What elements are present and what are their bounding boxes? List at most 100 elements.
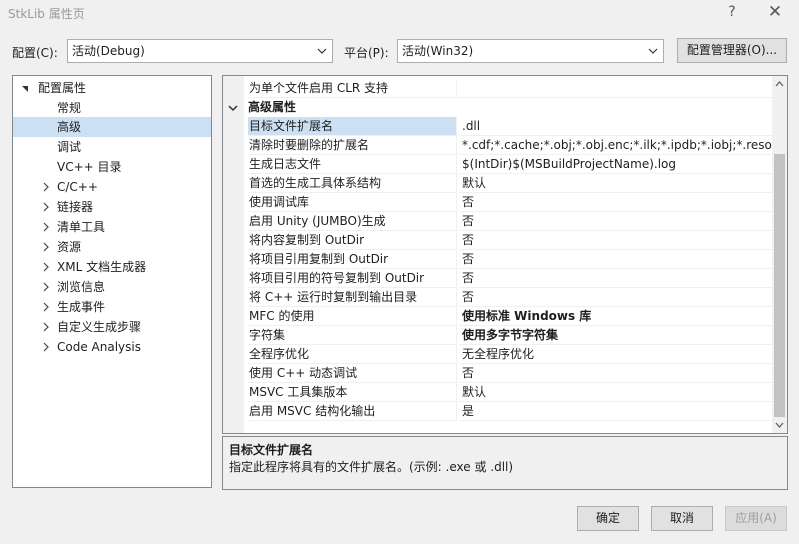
property-row[interactable]: 启用 MSVC 结构化输出 是: [223, 402, 772, 421]
property-value[interactable]: *.cdf;*.cache;*.obj;*.obj.enc;*.ilk;*.ip…: [459, 136, 772, 155]
scroll-up-icon[interactable]: [772, 76, 787, 92]
tree-root[interactable]: 配置属性: [13, 78, 211, 98]
property-row[interactable]: 使用调试库 否: [223, 193, 772, 212]
tree-item-vc-directories[interactable]: VC++ 目录: [13, 157, 211, 177]
tree-item-custom-build-step[interactable]: 自定义生成步骤: [13, 317, 211, 337]
config-dropdown[interactable]: 活动(Debug): [67, 39, 333, 63]
description-title: 目标文件扩展名: [229, 443, 314, 457]
property-value[interactable]: 否: [459, 231, 772, 250]
tree-item-general[interactable]: 常规: [13, 98, 211, 118]
property-value[interactable]: 使用多字节字符集: [459, 326, 772, 345]
collapsed-arrow-icon: [43, 322, 49, 332]
tree-root-label: 配置属性: [38, 81, 87, 95]
property-row[interactable]: 清除时要删除的扩展名 *.cdf;*.cache;*.obj;*.obj.enc…: [223, 136, 772, 155]
property-value[interactable]: $(IntDir)$(MSBuildProjectName).log: [459, 155, 772, 174]
collapsed-arrow-icon: [43, 282, 49, 292]
property-value[interactable]: 是: [459, 402, 772, 421]
apply-button[interactable]: 应用(A): [725, 506, 787, 531]
collapsed-arrow-icon: [43, 302, 49, 312]
close-icon[interactable]: ✕: [761, 2, 789, 22]
property-name: 将内容复制到 OutDir: [248, 231, 457, 250]
cancel-button[interactable]: 取消: [651, 506, 713, 531]
tree-item-code-analysis[interactable]: Code Analysis: [13, 337, 211, 357]
property-row[interactable]: MFC 的使用 使用标准 Windows 库: [223, 307, 772, 326]
vertical-scrollbar[interactable]: [772, 76, 787, 433]
config-dropdown-value: 活动(Debug): [72, 44, 145, 58]
tree-item-build-events[interactable]: 生成事件: [13, 297, 211, 317]
property-name: 将项目引用复制到 OutDir: [248, 250, 457, 269]
chevron-down-icon: [317, 48, 327, 54]
property-value[interactable]: .dll: [459, 117, 772, 136]
property-name: 启用 Unity (JUMBO)生成: [248, 212, 457, 231]
config-manager-button[interactable]: 配置管理器(O)...: [677, 38, 787, 63]
property-row[interactable]: 将项目引用的符号复制到 OutDir 否: [223, 269, 772, 288]
property-name: 将 C++ 运行时复制到输出目录: [248, 288, 457, 307]
property-value[interactable]: 否: [459, 269, 772, 288]
tree-item-debugging[interactable]: 调试: [13, 137, 211, 157]
property-row[interactable]: 将项目引用复制到 OutDir 否: [223, 250, 772, 269]
property-name: 首选的生成工具体系结构: [248, 174, 457, 193]
property-row[interactable]: MSVC 工具集版本 默认: [223, 383, 772, 402]
property-row[interactable]: 字符集 使用多字节字符集: [223, 326, 772, 345]
property-name: 启用 MSVC 结构化输出: [248, 402, 457, 421]
scroll-down-icon[interactable]: [772, 417, 787, 433]
tree-item-linker[interactable]: 链接器: [13, 197, 211, 217]
property-value[interactable]: 默认: [459, 383, 772, 402]
tree-item-label: 生成事件: [57, 300, 106, 314]
chevron-down-icon: [648, 48, 658, 54]
property-name: 生成日志文件: [248, 155, 457, 174]
property-row[interactable]: 启用 Unity (JUMBO)生成 否: [223, 212, 772, 231]
property-name: 为单个文件启用 CLR 支持: [248, 79, 457, 98]
tree-item-label: 链接器: [57, 200, 94, 214]
tree-item-label: Code Analysis: [57, 340, 141, 354]
tree-item-label: 浏览信息: [57, 280, 106, 294]
property-name: 将项目引用的符号复制到 OutDir: [248, 269, 457, 288]
property-name: 目标文件扩展名: [248, 117, 457, 136]
property-value[interactable]: 否: [459, 212, 772, 231]
property-value[interactable]: [459, 79, 772, 98]
tree-item-manifest-tool[interactable]: 清单工具: [13, 217, 211, 237]
property-row[interactable]: 将 C++ 运行时复制到输出目录 否: [223, 288, 772, 307]
property-row[interactable]: 全程序优化 无全程序优化: [223, 345, 772, 364]
description-text: 指定此程序将具有的文件扩展名。(示例: .exe 或 .dll): [229, 460, 514, 474]
platform-dropdown[interactable]: 活动(Win32): [397, 39, 664, 63]
property-row[interactable]: 首选的生成工具体系结构 默认: [223, 174, 772, 193]
property-row[interactable]: 目标文件扩展名 .dll: [223, 117, 772, 136]
tree-item-xml-doc-generator[interactable]: XML 文档生成器: [13, 257, 211, 277]
property-row[interactable]: 生成日志文件 $(IntDir)$(MSBuildProjectName).lo…: [223, 155, 772, 174]
property-value[interactable]: 否: [459, 288, 772, 307]
property-name: 清除时要删除的扩展名: [248, 136, 457, 155]
scrollbar-thumb[interactable]: [774, 154, 785, 417]
tree-item-label: VC++ 目录: [57, 160, 122, 174]
property-name: MSVC 工具集版本: [248, 383, 457, 402]
property-row[interactable]: 使用 C++ 动态调试 否: [223, 364, 772, 383]
property-value[interactable]: 否: [459, 250, 772, 269]
property-row[interactable]: 将内容复制到 OutDir 否: [223, 231, 772, 250]
property-value[interactable]: 使用标准 Windows 库: [459, 307, 772, 326]
platform-dropdown-value: 活动(Win32): [402, 44, 474, 58]
tree-item-label: XML 文档生成器: [57, 260, 147, 274]
property-value[interactable]: 否: [459, 193, 772, 212]
property-value[interactable]: 无全程序优化: [459, 345, 772, 364]
property-name: 字符集: [248, 326, 457, 345]
help-icon[interactable]: ?: [718, 2, 746, 22]
ok-button[interactable]: 确定: [577, 506, 639, 531]
collapsed-arrow-icon: [43, 342, 49, 352]
collapsed-arrow-icon: [43, 182, 49, 192]
property-value[interactable]: 否: [459, 364, 772, 383]
platform-label: 平台(P):: [344, 46, 389, 60]
window-title: StkLib 属性页: [8, 7, 85, 21]
property-row[interactable]: 为单个文件启用 CLR 支持: [223, 79, 772, 98]
tree-item-label: 高级: [57, 120, 82, 134]
category-label: 高级属性: [248, 100, 297, 114]
property-value[interactable]: 默认: [459, 174, 772, 193]
tree-item-resources[interactable]: 资源: [13, 237, 211, 257]
tree-item-label: C/C++: [57, 180, 98, 194]
category-header[interactable]: 高级属性: [223, 98, 772, 117]
tree-item-browse-info[interactable]: 浏览信息: [13, 277, 211, 297]
tree-item-cpp[interactable]: C/C++: [13, 177, 211, 197]
collapsed-arrow-icon: [43, 262, 49, 272]
property-name: 全程序优化: [248, 345, 457, 364]
collapsed-arrow-icon: [43, 242, 49, 252]
tree-item-advanced[interactable]: 高级: [13, 117, 211, 137]
